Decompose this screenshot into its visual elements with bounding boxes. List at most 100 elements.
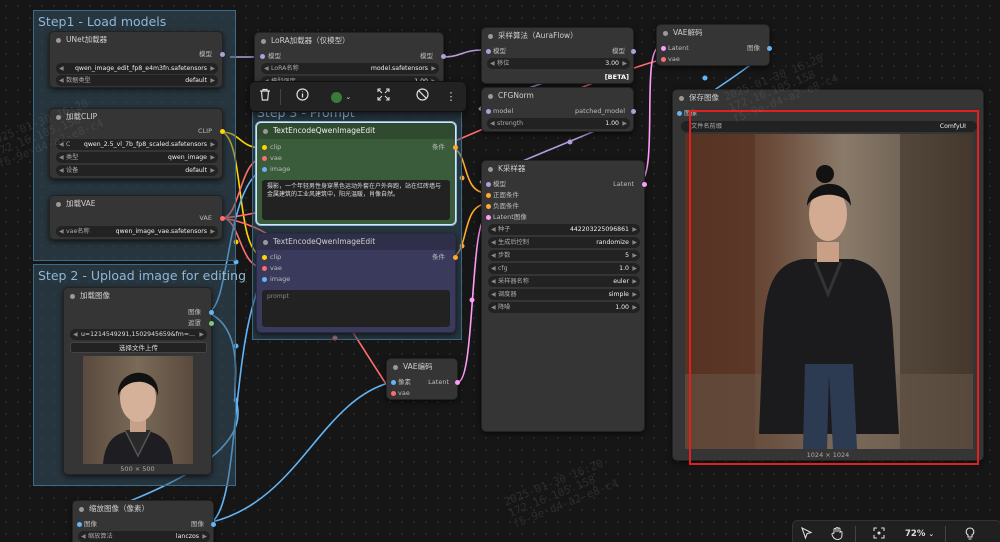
input-pin[interactable] (677, 111, 682, 116)
strength-widget[interactable]: ◀ strength 1.00 ▶ (487, 118, 630, 129)
zoom-level[interactable]: 72% ⌄ (905, 527, 934, 541)
collapse-dot[interactable] (263, 129, 268, 134)
ksampler-widget[interactable]: ◀ 调度器 simple ▶ (488, 289, 640, 300)
model-sampling-auraflow-node[interactable]: 采样算法（AuraFlow） 模型 模型 ◀ 移位 3.00 ▶ [BETA] (481, 27, 636, 84)
node-canvas[interactable]: Step1 - Load models Step 2 - Upload imag… (0, 0, 1000, 542)
arrow-right-icon[interactable]: ▶ (210, 139, 215, 150)
node-title[interactable]: 加载VAE (50, 196, 222, 212)
vae-decode-node[interactable]: VAE解码 Latent vae 图像 (656, 24, 772, 66)
node-title[interactable]: 加载CLIP (50, 109, 222, 125)
arrow-right-icon[interactable]: ▶ (431, 63, 436, 74)
vae-name-widget[interactable]: ◀ vae名称 qwen_image_vae.safetensors ▶ (56, 226, 218, 237)
input-pin[interactable] (391, 380, 396, 385)
prompt-textarea[interactable]: prompt (262, 290, 450, 327)
arrow-left-icon[interactable]: ◀ (491, 302, 496, 313)
collapse-dot[interactable] (261, 39, 266, 44)
arrow-right-icon[interactable]: ▶ (622, 58, 627, 69)
collapse-dot[interactable] (679, 96, 684, 101)
collapse-dot[interactable] (393, 365, 398, 370)
output-pin[interactable] (767, 46, 772, 51)
load-image-node[interactable]: 加载图像 图像 遮罩 ◀ u=1214549291,1502945659&fm=.… (63, 287, 214, 475)
node-title[interactable]: TextEncodeQwenImageEdit (257, 123, 455, 139)
arrow-left-icon[interactable]: ◀ (491, 263, 496, 274)
dtype-widget[interactable]: ◀ 数据类型 default ▶ (56, 75, 218, 86)
output-pin[interactable] (642, 182, 647, 187)
node-title[interactable]: 加载图像 (64, 288, 211, 304)
node-title[interactable]: TextEncodeQwenImageEdit (257, 234, 455, 250)
unet-name-widget[interactable]: ◀ qwen_image_edit_fp8_e4m3fn.safetensors ▶ (56, 63, 218, 74)
vae-encode-node[interactable]: VAE编码 像素 vae Latent (386, 358, 460, 400)
arrow-left-icon[interactable]: ◀ (491, 250, 496, 261)
arrow-left-icon[interactable]: ◀ (59, 226, 64, 237)
node-title[interactable]: 采样算法（AuraFlow） (482, 28, 633, 44)
node-title[interactable]: CFGNorm (482, 88, 633, 104)
ksampler-widget[interactable]: ◀ 降噪 1.00 ▶ (488, 302, 640, 313)
arrow-left-icon[interactable]: ◀ (264, 63, 269, 74)
input-pin[interactable] (77, 522, 82, 527)
arrow-left-icon[interactable]: ◀ (491, 276, 496, 287)
input-pin[interactable] (391, 391, 396, 396)
arrow-right-icon[interactable]: ▶ (632, 302, 637, 313)
hand-pan-icon[interactable] (831, 526, 844, 542)
arrow-right-icon[interactable]: ▶ (632, 276, 637, 287)
arrow-right-icon[interactable]: ▶ (199, 329, 204, 340)
lora-name-widget[interactable]: ◀ LoRA名称 model.safetensors ▶ (261, 63, 439, 74)
collapse-dot[interactable] (488, 167, 493, 172)
clip-type-widget[interactable]: ◀ 类型 qwen_image ▶ (56, 152, 218, 163)
input-image-preview[interactable] (83, 356, 193, 464)
arrow-left-icon[interactable]: ◀ (491, 224, 496, 235)
output-pin[interactable] (441, 54, 446, 59)
arrow-right-icon[interactable]: ▶ (210, 165, 215, 176)
arrow-right-icon[interactable]: ▶ (632, 237, 637, 248)
arrow-right-icon[interactable]: ▶ (210, 63, 215, 74)
input-pin[interactable] (661, 46, 666, 51)
arrow-left-icon[interactable]: ◀ (491, 237, 496, 248)
ksampler-node[interactable]: K采样器 模型 Latent 正面条件 负面条件 Latent图像 ◀ 种子 442… (481, 160, 647, 432)
image-file-widget[interactable]: ◀ u=1214549291,1502945659&fm=... ▶ (70, 329, 207, 340)
input-pin[interactable] (486, 193, 491, 198)
arrow-left-icon[interactable]: ◀ (81, 531, 86, 542)
collapse-dot[interactable] (663, 31, 668, 36)
ksampler-widget[interactable]: ◀ 生成后控制 randomize ▶ (488, 237, 640, 248)
arrow-right-icon[interactable]: ▶ (632, 263, 637, 274)
clip-loader-node[interactable]: 加载CLIP CLIP ◀ Cqwen_2.5_vl_7b_fp8_scaled.… (49, 108, 225, 179)
text-encode-positive-node[interactable]: TextEncodeQwenImageEdit clip vae image 条… (256, 122, 458, 225)
fit-view-icon[interactable] (873, 527, 885, 542)
collapse-dot[interactable] (70, 294, 75, 299)
fit-icon[interactable] (374, 88, 392, 106)
input-pin[interactable] (262, 266, 267, 271)
image-scale-node[interactable]: 缩放图像（像素） 图像 图像 ◀ 缩放算法 lanczos ▶ (72, 500, 216, 542)
arrow-left-icon[interactable]: ◀ (490, 58, 495, 69)
arrow-left-icon[interactable]: ◀ (73, 329, 78, 340)
prompt-textarea[interactable]: 摄影，一个年轻男性身穿黑色运动外套在户外奔跑，站在红砖墙与金属建筑的工业风建筑中… (262, 180, 450, 220)
arrow-left-icon[interactable]: ◀ (490, 118, 495, 129)
node-title[interactable]: 缩放图像（像素） (73, 501, 213, 517)
node-title[interactable]: LoRA加载器（仅模型） (255, 33, 443, 49)
collapse-dot[interactable] (56, 115, 61, 120)
arrow-right-icon[interactable]: ▶ (622, 118, 627, 129)
color-picker-button[interactable]: ⌄ (326, 88, 356, 106)
lightbulb-icon[interactable] (965, 527, 975, 542)
node-title[interactable]: VAE编码 (387, 359, 457, 375)
collapse-dot[interactable] (56, 202, 61, 207)
arrow-right-icon[interactable]: ▶ (210, 152, 215, 163)
output-pin[interactable] (220, 216, 225, 221)
shift-widget[interactable]: ◀ 移位 3.00 ▶ (487, 58, 630, 69)
upload-button[interactable]: 选择文件上传 (70, 342, 207, 353)
arrow-left-icon[interactable]: ◀ (59, 139, 64, 150)
input-pin[interactable] (661, 57, 666, 62)
cfgnorm-node[interactable]: CFGNorm model patched_model ◀ strength 1.0… (481, 87, 636, 132)
clip-name-widget[interactable]: ◀ Cqwen_2.5_vl_7b_fp8_scaled.safetensors ▶ (56, 139, 218, 150)
output-pin[interactable] (453, 145, 458, 150)
ksampler-widget[interactable]: ◀ 采样器名称 euler ▶ (488, 276, 640, 287)
input-pin[interactable] (262, 167, 267, 172)
input-pin[interactable] (262, 145, 267, 150)
output-pin[interactable] (453, 255, 458, 260)
output-pin[interactable] (631, 49, 636, 54)
arrow-right-icon[interactable]: ▶ (210, 75, 215, 86)
collapse-dot[interactable] (56, 38, 61, 43)
input-pin[interactable] (486, 109, 491, 114)
arrow-left-icon[interactable]: ◀ (491, 289, 496, 300)
collapse-dot[interactable] (263, 240, 268, 245)
more-icon[interactable]: ⋮ (444, 88, 458, 106)
